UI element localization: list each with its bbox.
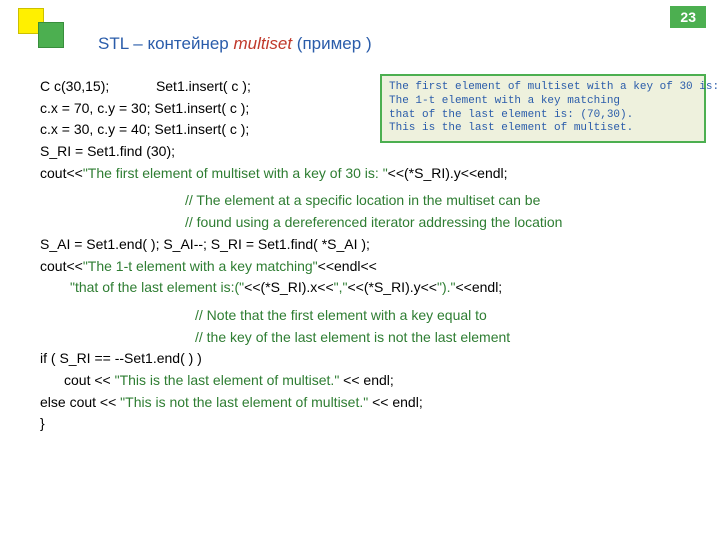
code-line: c.x = 30, c.y = 40; Set1.insert( c ); — [40, 119, 680, 141]
code-string: "The 1-t element with a key matching" — [83, 258, 318, 274]
code-string: "that of the last element is:(" — [70, 279, 244, 295]
code-line: c.x = 70, c.y = 30; Set1.insert( c ); — [40, 98, 680, 120]
code-string: ")." — [437, 279, 456, 295]
title-part3: (пример ) — [292, 34, 372, 53]
code-comment: // the key of the last element is not th… — [40, 327, 680, 349]
code-comment: // The element at a specific location in… — [40, 190, 680, 212]
code-line: <<(*S_RI).y<<endl; — [388, 165, 508, 181]
code-line: cout << — [64, 372, 115, 388]
code-line: <<(*S_RI).x<< — [244, 279, 334, 295]
code-line: C c(30,15); — [40, 78, 109, 94]
code-comment: // Note that the first element with a ke… — [40, 305, 680, 327]
code-line: <<endl<< — [318, 258, 377, 274]
code-string: "," — [334, 279, 348, 295]
code-line: cout<< — [40, 258, 83, 274]
code-string: "This is the last element of multiset." — [115, 372, 340, 388]
logo-icon — [18, 8, 64, 54]
code-line: S_AI = Set1.end( ); S_AI--; S_RI = Set1.… — [40, 234, 680, 256]
code-line: <<(*S_RI).y<< — [347, 279, 437, 295]
code-line: << endl; — [339, 372, 394, 388]
code-body: C c(30,15); Set1.insert( c ); c.x = 70, … — [40, 76, 680, 435]
code-line: <<endl; — [455, 279, 502, 295]
page-number: 23 — [670, 6, 706, 28]
code-line: if ( S_RI == --Set1.end( ) ) — [40, 348, 680, 370]
code-line: Set1.insert( c ); — [156, 78, 251, 94]
title-part1: STL – контейнер — [98, 34, 234, 53]
code-string: "The first element of multiset with a ke… — [83, 165, 388, 181]
code-comment: // found using a dereferenced iterator a… — [40, 212, 680, 234]
code-line: } — [40, 413, 680, 435]
code-line: cout<< — [40, 165, 83, 181]
code-line: S_RI = Set1.find (30); — [40, 141, 680, 163]
slide-title: STL – контейнер multiset (пример ) — [98, 34, 372, 54]
code-line: else cout << — [40, 394, 120, 410]
title-part2: multiset — [234, 34, 293, 53]
code-line: << endl; — [368, 394, 423, 410]
code-string: "This is not the last element of multise… — [120, 394, 368, 410]
